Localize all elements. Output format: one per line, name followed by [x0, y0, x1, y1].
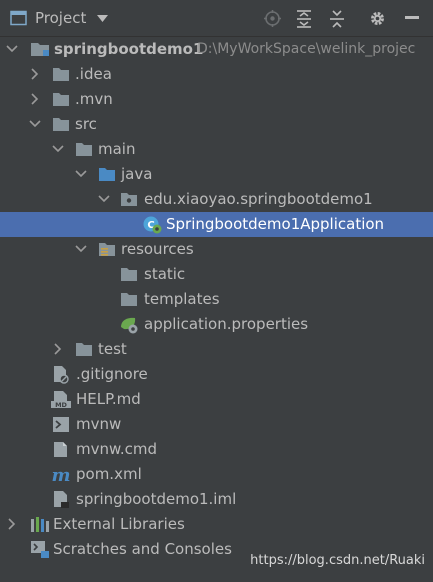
java-label: java [121, 165, 153, 183]
tree-node-package[interactable]: edu.xiaoyao.springbootdemo1 [0, 187, 433, 212]
tree-node-idea[interactable]: .idea [0, 62, 433, 87]
chevron-down-icon[interactable] [75, 245, 87, 253]
tree-node-mvn[interactable]: .mvn [0, 87, 433, 112]
templates-label: templates [144, 290, 220, 308]
chevron-down-icon[interactable] [98, 195, 110, 203]
resources-label: resources [121, 240, 194, 258]
cmd-file-icon [54, 442, 67, 457]
tree-node-mvnw-cmd[interactable]: mvnw.cmd [0, 437, 433, 462]
mvn-label: .mvn [75, 90, 113, 108]
chevron-down-icon[interactable] [75, 170, 87, 178]
folder-icon [121, 268, 137, 281]
resources-folder-icon [99, 243, 115, 256]
folder-icon [53, 118, 69, 131]
svg-text:m: m [51, 465, 70, 484]
folder-icon [53, 68, 69, 81]
tree-node-app-class[interactable]: C Springbootdemo1Application [0, 212, 433, 237]
tree-node-mvnw[interactable]: mvnw [0, 412, 433, 437]
locate-icon[interactable] [264, 10, 281, 27]
project-tool-window: Project springbootdemo1 D:\MyWorkSpace\w… [0, 0, 433, 582]
app-properties-label: application.properties [144, 315, 309, 333]
tree-node-resources[interactable]: resources [0, 237, 433, 262]
gear-icon[interactable] [369, 10, 386, 27]
collapse-all-icon[interactable] [329, 10, 345, 28]
folder-icon [121, 293, 137, 306]
app-class-label: Springbootdemo1Application [166, 215, 385, 233]
gitignore-label: .gitignore [76, 365, 148, 383]
svg-text:MD: MD [55, 401, 67, 409]
tree-node-external-libraries[interactable]: External Libraries [0, 512, 433, 537]
external-libraries-label: External Libraries [53, 515, 185, 533]
tree-node-templates[interactable]: templates [0, 287, 433, 312]
tree-node-static[interactable]: static [0, 262, 433, 287]
chevron-down-icon[interactable] [6, 45, 18, 53]
chevron-down-icon[interactable] [52, 145, 64, 153]
tree-node-root[interactable]: springbootdemo1 D:\MyWorkSpace\welink_pr… [0, 37, 433, 62]
source-folder-icon [99, 168, 115, 181]
tree-node-iml[interactable]: springbootdemo1.iml [0, 487, 433, 512]
tree-node-gitignore[interactable]: .gitignore [0, 362, 433, 387]
markdown-file-icon: MD [51, 391, 71, 409]
project-tree: springbootdemo1 D:\MyWorkSpace\welink_pr… [0, 37, 433, 582]
caret-down-icon[interactable] [97, 15, 108, 23]
idea-name: idea [79, 65, 112, 83]
mvnw-label: mvnw [76, 415, 122, 433]
tree-node-test[interactable]: test [0, 337, 433, 362]
tool-window-header: Project [0, 0, 433, 37]
shell-script-icon [53, 417, 69, 432]
project-view-title[interactable]: Project [35, 9, 86, 27]
tree-node-help-md[interactable]: MD HELP.md [0, 387, 433, 412]
src-label: src [75, 115, 97, 133]
root-path: D:\MyWorkSpace\welink_projec [197, 41, 416, 57]
hide-icon[interactable] [405, 16, 419, 20]
folder-icon [53, 93, 69, 106]
tree-node-pom[interactable]: m pom.xml [0, 462, 433, 487]
package-icon [121, 193, 137, 206]
pom-label: pom.xml [76, 465, 142, 483]
folder-icon [76, 343, 92, 356]
chevron-down-icon[interactable] [29, 120, 41, 128]
package-label: edu.xiaoyao.springbootdemo1 [144, 190, 373, 208]
static-label: static [144, 265, 186, 283]
iml-label: springbootdemo1.iml [76, 490, 237, 508]
libraries-icon [31, 517, 49, 532]
scratches-icon [31, 541, 49, 558]
chevron-right-icon[interactable] [54, 343, 62, 355]
tree-node-main[interactable]: main [0, 137, 433, 162]
gitignore-file-icon [54, 366, 69, 384]
idea-label: .idea [75, 64, 112, 85]
folder-icon [76, 143, 92, 156]
tree-node-app-properties[interactable]: application.properties [0, 312, 433, 337]
chevron-right-icon[interactable] [31, 68, 39, 80]
main-label: main [98, 140, 136, 158]
tree-node-src[interactable]: src [0, 112, 433, 137]
test-label: test [98, 340, 127, 358]
scratches-label: Scratches and Consoles [53, 540, 232, 558]
mvnw-cmd-label: mvnw.cmd [76, 440, 158, 458]
help-md-label: HELP.md [76, 390, 141, 408]
maven-icon: m [51, 465, 70, 484]
chevron-right-icon[interactable] [31, 93, 39, 105]
spring-boot-class-icon: C [143, 216, 162, 234]
expand-all-icon[interactable] [296, 10, 312, 28]
watermark-text: https://blog.csdn.net/Ruaki [250, 553, 425, 568]
chevron-right-icon[interactable] [8, 518, 16, 530]
module-file-icon [54, 491, 69, 508]
root-label: springbootdemo1 [54, 40, 204, 58]
project-view-icon [10, 10, 27, 26]
tree-node-java[interactable]: java [0, 162, 433, 187]
module-folder-icon [31, 43, 49, 56]
spring-properties-icon [121, 317, 138, 334]
